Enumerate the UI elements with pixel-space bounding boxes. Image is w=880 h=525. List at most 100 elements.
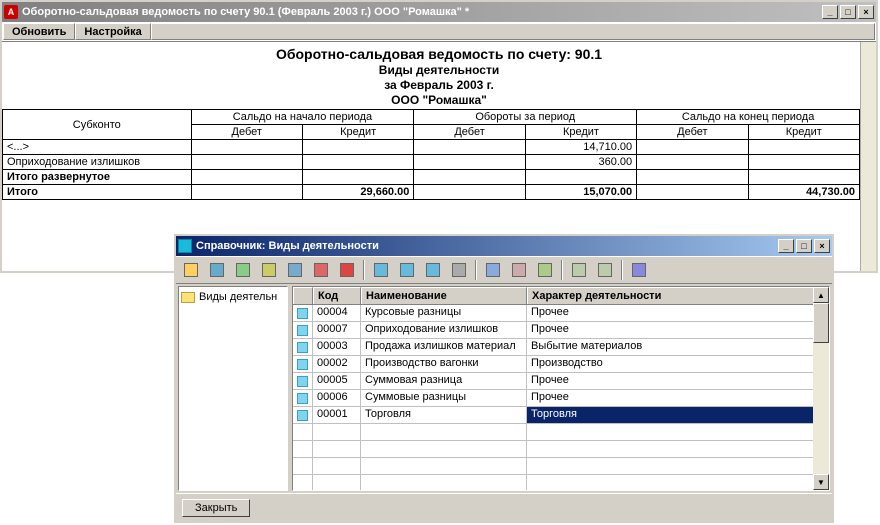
history-icon[interactable] [448, 259, 470, 281]
report-total[interactable]: Итого 29,660.00 15,070.00 44,730.00 [3, 185, 860, 200]
help-icon[interactable] [628, 259, 650, 281]
cell-name [361, 458, 527, 474]
settings-button[interactable]: Настройка [75, 23, 150, 40]
col-turnover: Обороты за период [414, 110, 637, 125]
cell-character [527, 424, 829, 440]
cut-icon[interactable] [508, 259, 530, 281]
grid-header: Код Наименование Характер деятельности [293, 287, 829, 305]
minimize-button[interactable]: _ [822, 5, 838, 19]
report-subtitle-1: Виды деятельности [2, 63, 876, 77]
cell-name: Оприходование излишков [361, 322, 527, 338]
grid-row[interactable]: 00005Суммовая разницаПрочее [293, 373, 829, 390]
grid-row[interactable] [293, 458, 829, 475]
row-folder-icon [293, 407, 313, 423]
cell-name: Суммовая разница [361, 373, 527, 389]
subentry-icon[interactable] [534, 259, 556, 281]
find-icon[interactable] [482, 259, 504, 281]
row-folder-icon [293, 322, 313, 338]
dict-minimize-button[interactable]: _ [778, 239, 794, 253]
tree-panel[interactable]: Виды деятельн [178, 286, 288, 491]
tree-down-icon[interactable] [396, 259, 418, 281]
cell-code: 00003 [313, 339, 361, 355]
maximize-button[interactable]: □ [840, 5, 856, 19]
grid-row[interactable]: 00002Производство вагонкиПроизводство [293, 356, 829, 373]
cell-code [313, 441, 361, 457]
close-dict-button[interactable]: Закрыть [182, 499, 250, 517]
toolbar-separator [363, 260, 365, 280]
list-icon[interactable] [594, 259, 616, 281]
report-subtitle-3: ООО "Ромашка" [2, 93, 876, 107]
report-heading: Оборотно-сальдовая ведомость по счету: 9… [2, 42, 876, 109]
cell-name: Торговля [361, 407, 527, 423]
report-total-expanded[interactable]: Итого развернутое [3, 170, 860, 185]
report-row[interactable]: <...> 14,710.00 [3, 140, 860, 155]
cell-name: Курсовые разницы [361, 305, 527, 321]
grid-row[interactable] [293, 475, 829, 490]
scroll-down-icon[interactable]: ▼ [813, 474, 829, 490]
row-folder-icon [293, 475, 313, 490]
toolbar-separator [475, 260, 477, 280]
cell-code [313, 424, 361, 440]
scroll-thumb[interactable] [813, 303, 829, 343]
cell-name: Суммовые разницы [361, 390, 527, 406]
toolbar-separator [621, 260, 623, 280]
card-icon[interactable] [206, 259, 228, 281]
col-code[interactable]: Код [313, 287, 361, 304]
grid-scrollbar[interactable]: ▲ ▼ [813, 287, 829, 490]
grid: Код Наименование Характер деятельности 0… [293, 287, 829, 490]
dict-close-button[interactable]: × [814, 239, 830, 253]
grid-icon[interactable] [284, 259, 306, 281]
grid-row[interactable]: 00006Суммовые разницыПрочее [293, 390, 829, 407]
report-scrollbar[interactable] [860, 42, 876, 271]
edit-icon[interactable] [232, 259, 254, 281]
tree-root[interactable]: Виды деятельн [181, 291, 285, 303]
grid-row[interactable]: 00003Продажа излишков материалВыбытие ма… [293, 339, 829, 356]
cell-code: 00007 [313, 322, 361, 338]
toolbar-separator [561, 260, 563, 280]
grid-row[interactable] [293, 441, 829, 458]
dict-app-icon [178, 239, 192, 253]
row-folder-icon [293, 390, 313, 406]
copy-icon[interactable] [258, 259, 280, 281]
grid-row[interactable]: 00004Курсовые разницыПрочее [293, 305, 829, 322]
cell-character [527, 458, 829, 474]
refresh-button[interactable]: Обновить [3, 23, 75, 40]
report-menubar: Обновить Настройка [2, 22, 876, 42]
remove-icon[interactable] [336, 259, 358, 281]
app-icon: A [4, 5, 18, 19]
scroll-up-icon[interactable]: ▲ [813, 287, 829, 303]
cell-code [313, 458, 361, 474]
grid-row[interactable]: 00001ТорговляТорговля [293, 407, 829, 424]
close-button[interactable]: × [858, 5, 874, 19]
grid-row[interactable]: 00007Оприходование излишковПрочее [293, 322, 829, 339]
grid-row[interactable] [293, 424, 829, 441]
row-folder-icon [293, 373, 313, 389]
col-subkonto: Субконто [3, 110, 192, 140]
cell-name: Продажа излишков материал [361, 339, 527, 355]
report-row[interactable]: Оприходование излишков 360.00 [3, 155, 860, 170]
cell-character [527, 475, 829, 490]
col-end-debit: Дебет [637, 125, 748, 140]
col-start-credit: Кредит [302, 125, 413, 140]
col-turnover-debit: Дебет [414, 125, 525, 140]
cell-name [361, 441, 527, 457]
col-end-credit: Кредит [748, 125, 859, 140]
dict-footer: Закрыть [176, 493, 832, 521]
report-titlebar[interactable]: A Оборотно-сальдовая ведомость по счету … [2, 2, 876, 22]
cell-code: 00005 [313, 373, 361, 389]
grid-red-icon[interactable] [310, 259, 332, 281]
dict-titlebar[interactable]: Справочник: Виды деятельности _ □ × [176, 236, 832, 256]
new-folder-icon[interactable] [180, 259, 202, 281]
grid-panel: Код Наименование Характер деятельности 0… [292, 286, 830, 491]
col-name[interactable]: Наименование [361, 287, 527, 304]
col-icon[interactable] [293, 287, 313, 304]
report-title: Оборотно-сальдовая ведомость по счету: 9… [2, 46, 876, 62]
form-icon[interactable] [568, 259, 590, 281]
cell-character: Прочее [527, 390, 829, 406]
tree-sel-icon[interactable] [422, 259, 444, 281]
tree-up-icon[interactable] [370, 259, 392, 281]
dict-window-title: Справочник: Виды деятельности [196, 240, 778, 252]
dict-maximize-button[interactable]: □ [796, 239, 812, 253]
cell-character: Прочее [527, 373, 829, 389]
col-character[interactable]: Характер деятельности [527, 287, 829, 304]
